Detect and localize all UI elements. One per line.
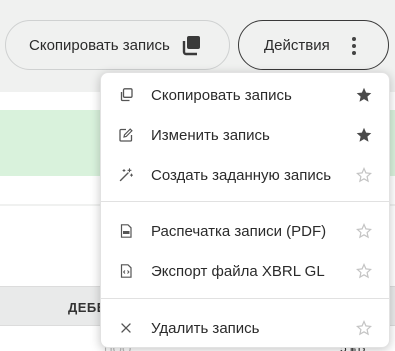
more-vertical-icon: [352, 37, 356, 55]
menu-item-export-xbrl[interactable]: Экспорт файла XBRL GL: [101, 253, 389, 289]
menu-item-label: Распечатка записи (PDF): [151, 222, 327, 240]
star-filled-icon[interactable]: [356, 87, 372, 103]
menu-item-label: Изменить запись: [151, 126, 270, 144]
magic-wand-icon: [119, 168, 134, 182]
code-file-icon: [119, 264, 133, 278]
menu-item-label: Скопировать запись: [151, 86, 292, 104]
close-icon: [119, 321, 133, 335]
star-filled-icon[interactable]: [356, 127, 372, 143]
menu-item-label: Создать заданную запись: [151, 166, 332, 184]
menu-item-print-pdf[interactable]: Распечатка записи (PDF): [101, 213, 389, 249]
star-outline-icon[interactable]: [356, 262, 372, 279]
menu-item-label: Удалить запись: [151, 319, 260, 337]
actions-button-label: Действия: [264, 36, 330, 54]
actions-menu: Скопировать запись Изменить запись Созда…: [100, 72, 390, 348]
menu-item-delete-record[interactable]: Удалить запись: [101, 310, 389, 346]
star-outline-icon[interactable]: [356, 222, 372, 239]
actions-button[interactable]: Действия: [238, 20, 389, 70]
menu-item-edit-record[interactable]: Изменить запись: [101, 117, 389, 153]
copy-record-button-label: Скопировать запись: [29, 36, 170, 54]
copy-icon: [180, 34, 202, 56]
edit-icon: [119, 128, 133, 142]
star-outline-icon[interactable]: [356, 319, 372, 336]
copy-icon: [119, 88, 133, 102]
menu-item-label: Экспорт файла XBRL GL: [151, 262, 325, 280]
star-outline-icon[interactable]: [356, 166, 372, 183]
copy-record-button[interactable]: Скопировать запись: [5, 20, 230, 70]
pdf-file-icon: [119, 224, 133, 238]
menu-item-copy-record[interactable]: Скопировать запись: [101, 77, 389, 113]
menu-divider: [101, 201, 389, 202]
menu-item-create-scheduled-record[interactable]: Создать заданную запись: [101, 157, 389, 193]
menu-divider: [101, 298, 389, 299]
